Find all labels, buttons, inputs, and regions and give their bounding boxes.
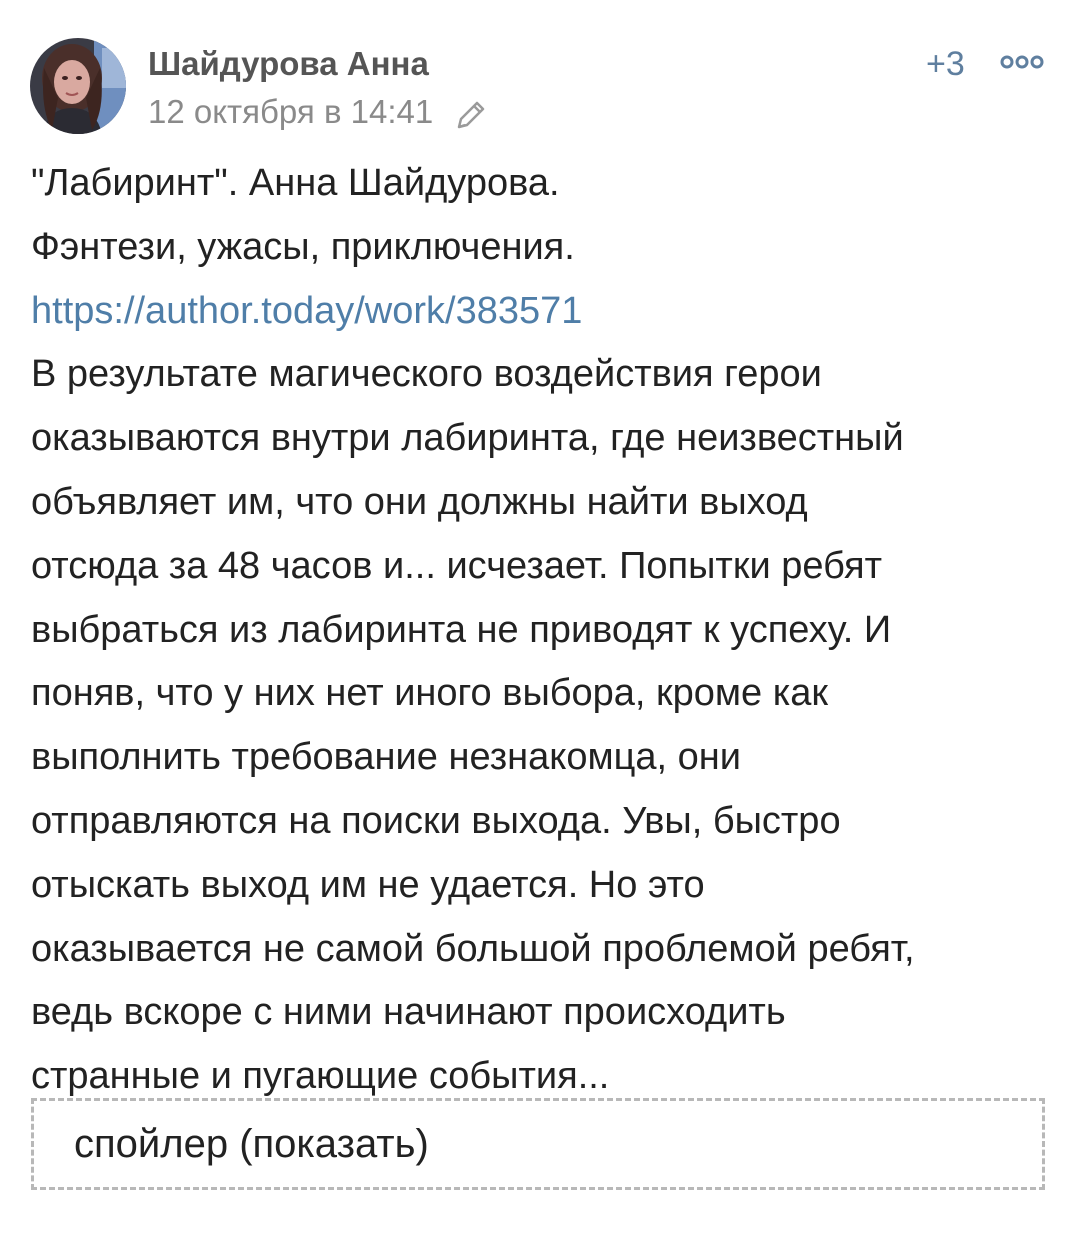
description-line: оказывается не самой большой проблемой р… <box>31 927 915 970</box>
description-line: В результате магического воздействия гер… <box>31 353 822 396</box>
description-line: выполнить требование незнакомца, они <box>31 736 741 779</box>
post-rating[interactable]: +3 <box>926 44 965 84</box>
post-content: "Лабиринт". Анна Шайдурова. Фэнтези, ужа… <box>31 152 1051 1109</box>
spoiler-toggle[interactable]: спойлер (показать) <box>31 1098 1045 1190</box>
post-genres-line: Фэнтези, ужасы, приключения. <box>31 225 575 268</box>
description-line: ведь вскоре с ними начинают происходить <box>31 991 786 1034</box>
more-dots-icon[interactable] <box>1000 54 1044 70</box>
description-line: отыскать выход им не удается. Но это <box>31 863 705 906</box>
description-line: оказываются внутри лабиринта, где неизве… <box>31 417 904 460</box>
description-line: объявляет им, что они должны найти выход <box>31 480 808 523</box>
author-avatar[interactable] <box>30 38 126 134</box>
post-card: Шайдурова Анна 12 октября в 14:41 +3 "Ла… <box>0 0 1080 1240</box>
author-name[interactable]: Шайдурова Анна <box>148 44 429 84</box>
user-avatar-icon <box>30 38 126 134</box>
spoiler-label: спойлер (показать) <box>74 1122 429 1166</box>
pencil-icon <box>455 99 489 131</box>
post-title-line: "Лабиринт". Анна Шайдурова. <box>31 162 560 204</box>
description-line: отправляются на поиски выхода. Увы, быст… <box>31 799 841 842</box>
description-line: поняв, что у них нет иного выбора, кроме… <box>31 672 828 715</box>
description-line: отсюда за 48 часов и... исчезает. Попытк… <box>31 544 882 587</box>
post-date: 12 октября в 14:41 <box>148 93 434 130</box>
work-link[interactable]: https://author.today/work/383571 <box>31 290 582 332</box>
description-line: выбраться из лабиринта не приводят к усп… <box>31 608 892 651</box>
